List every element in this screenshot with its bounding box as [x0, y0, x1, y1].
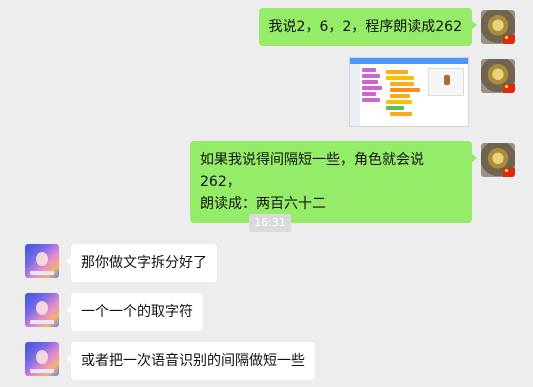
- message-row: 一个一个的取字符: [0, 293, 533, 331]
- code-block: [390, 88, 420, 92]
- code-block: [386, 70, 408, 74]
- avatar-tag: [30, 369, 54, 373]
- code-block: [362, 92, 376, 96]
- code-block: [386, 100, 412, 104]
- code-block: [362, 86, 382, 90]
- china-flag-icon: [503, 35, 515, 44]
- anime-avatar-icon: [36, 301, 48, 315]
- message-text: 那你做文字拆分好了: [81, 255, 207, 271]
- china-flag-icon: [503, 168, 515, 177]
- anime-avatar-icon: [36, 350, 48, 364]
- self-avatar[interactable]: [481, 59, 515, 93]
- editor-menu-bar: [350, 58, 468, 64]
- avatar-tag: [30, 320, 54, 324]
- code-block: [390, 82, 414, 86]
- message-bubble[interactable]: 如果我说得间隔短一些，角色就会说262， 朗读成：两百六十二: [190, 141, 477, 223]
- message-row: 那你做文字拆分好了: [0, 244, 533, 282]
- sprite-icon: [444, 75, 450, 85]
- contact-avatar[interactable]: [25, 342, 59, 376]
- contact-avatar[interactable]: [25, 244, 59, 278]
- china-flag-icon: [503, 84, 515, 93]
- self-avatar[interactable]: [481, 10, 515, 44]
- message-row: 我说2，6，2，程序朗读成262: [0, 8, 533, 46]
- message-text-line: 朗读成：两百六十二: [200, 196, 326, 212]
- message-text: 我说2，6，2，程序朗读成262: [268, 19, 462, 35]
- message-row: [0, 57, 533, 127]
- avatar-tag: [30, 271, 54, 275]
- message-bubble[interactable]: 或者把一次语音识别的间隔做短一些: [66, 342, 315, 380]
- message-row: 或者把一次语音识别的间隔做短一些: [0, 342, 533, 380]
- self-avatar[interactable]: [481, 143, 515, 177]
- code-block: [390, 112, 412, 116]
- code-block: [362, 68, 376, 72]
- message-text: 或者把一次语音识别的间隔做短一些: [81, 353, 305, 369]
- time-divider: 16:31: [249, 214, 291, 232]
- message-bubble[interactable]: 那你做文字拆分好了: [66, 244, 217, 282]
- code-block: [386, 106, 404, 110]
- code-block: [386, 76, 414, 80]
- message-text: 一个一个的取字符: [81, 304, 193, 320]
- message-text-line: 如果我说得间隔短一些，角色就会说262，: [200, 152, 424, 190]
- message-row: 如果我说得间隔短一些，角色就会说262， 朗读成：两百六十二: [0, 141, 533, 223]
- code-block: [362, 98, 380, 102]
- code-block: [362, 74, 380, 78]
- anime-avatar-icon: [36, 252, 48, 266]
- code-block: [390, 94, 410, 98]
- contact-avatar[interactable]: [25, 293, 59, 327]
- message-bubble[interactable]: 我说2，6，2，程序朗读成262: [258, 8, 478, 46]
- scratch-editor-screenshot[interactable]: [349, 57, 469, 127]
- editor-category-list: [350, 64, 360, 126]
- message-bubble[interactable]: 一个一个的取字符: [66, 293, 203, 331]
- code-block: [362, 80, 378, 84]
